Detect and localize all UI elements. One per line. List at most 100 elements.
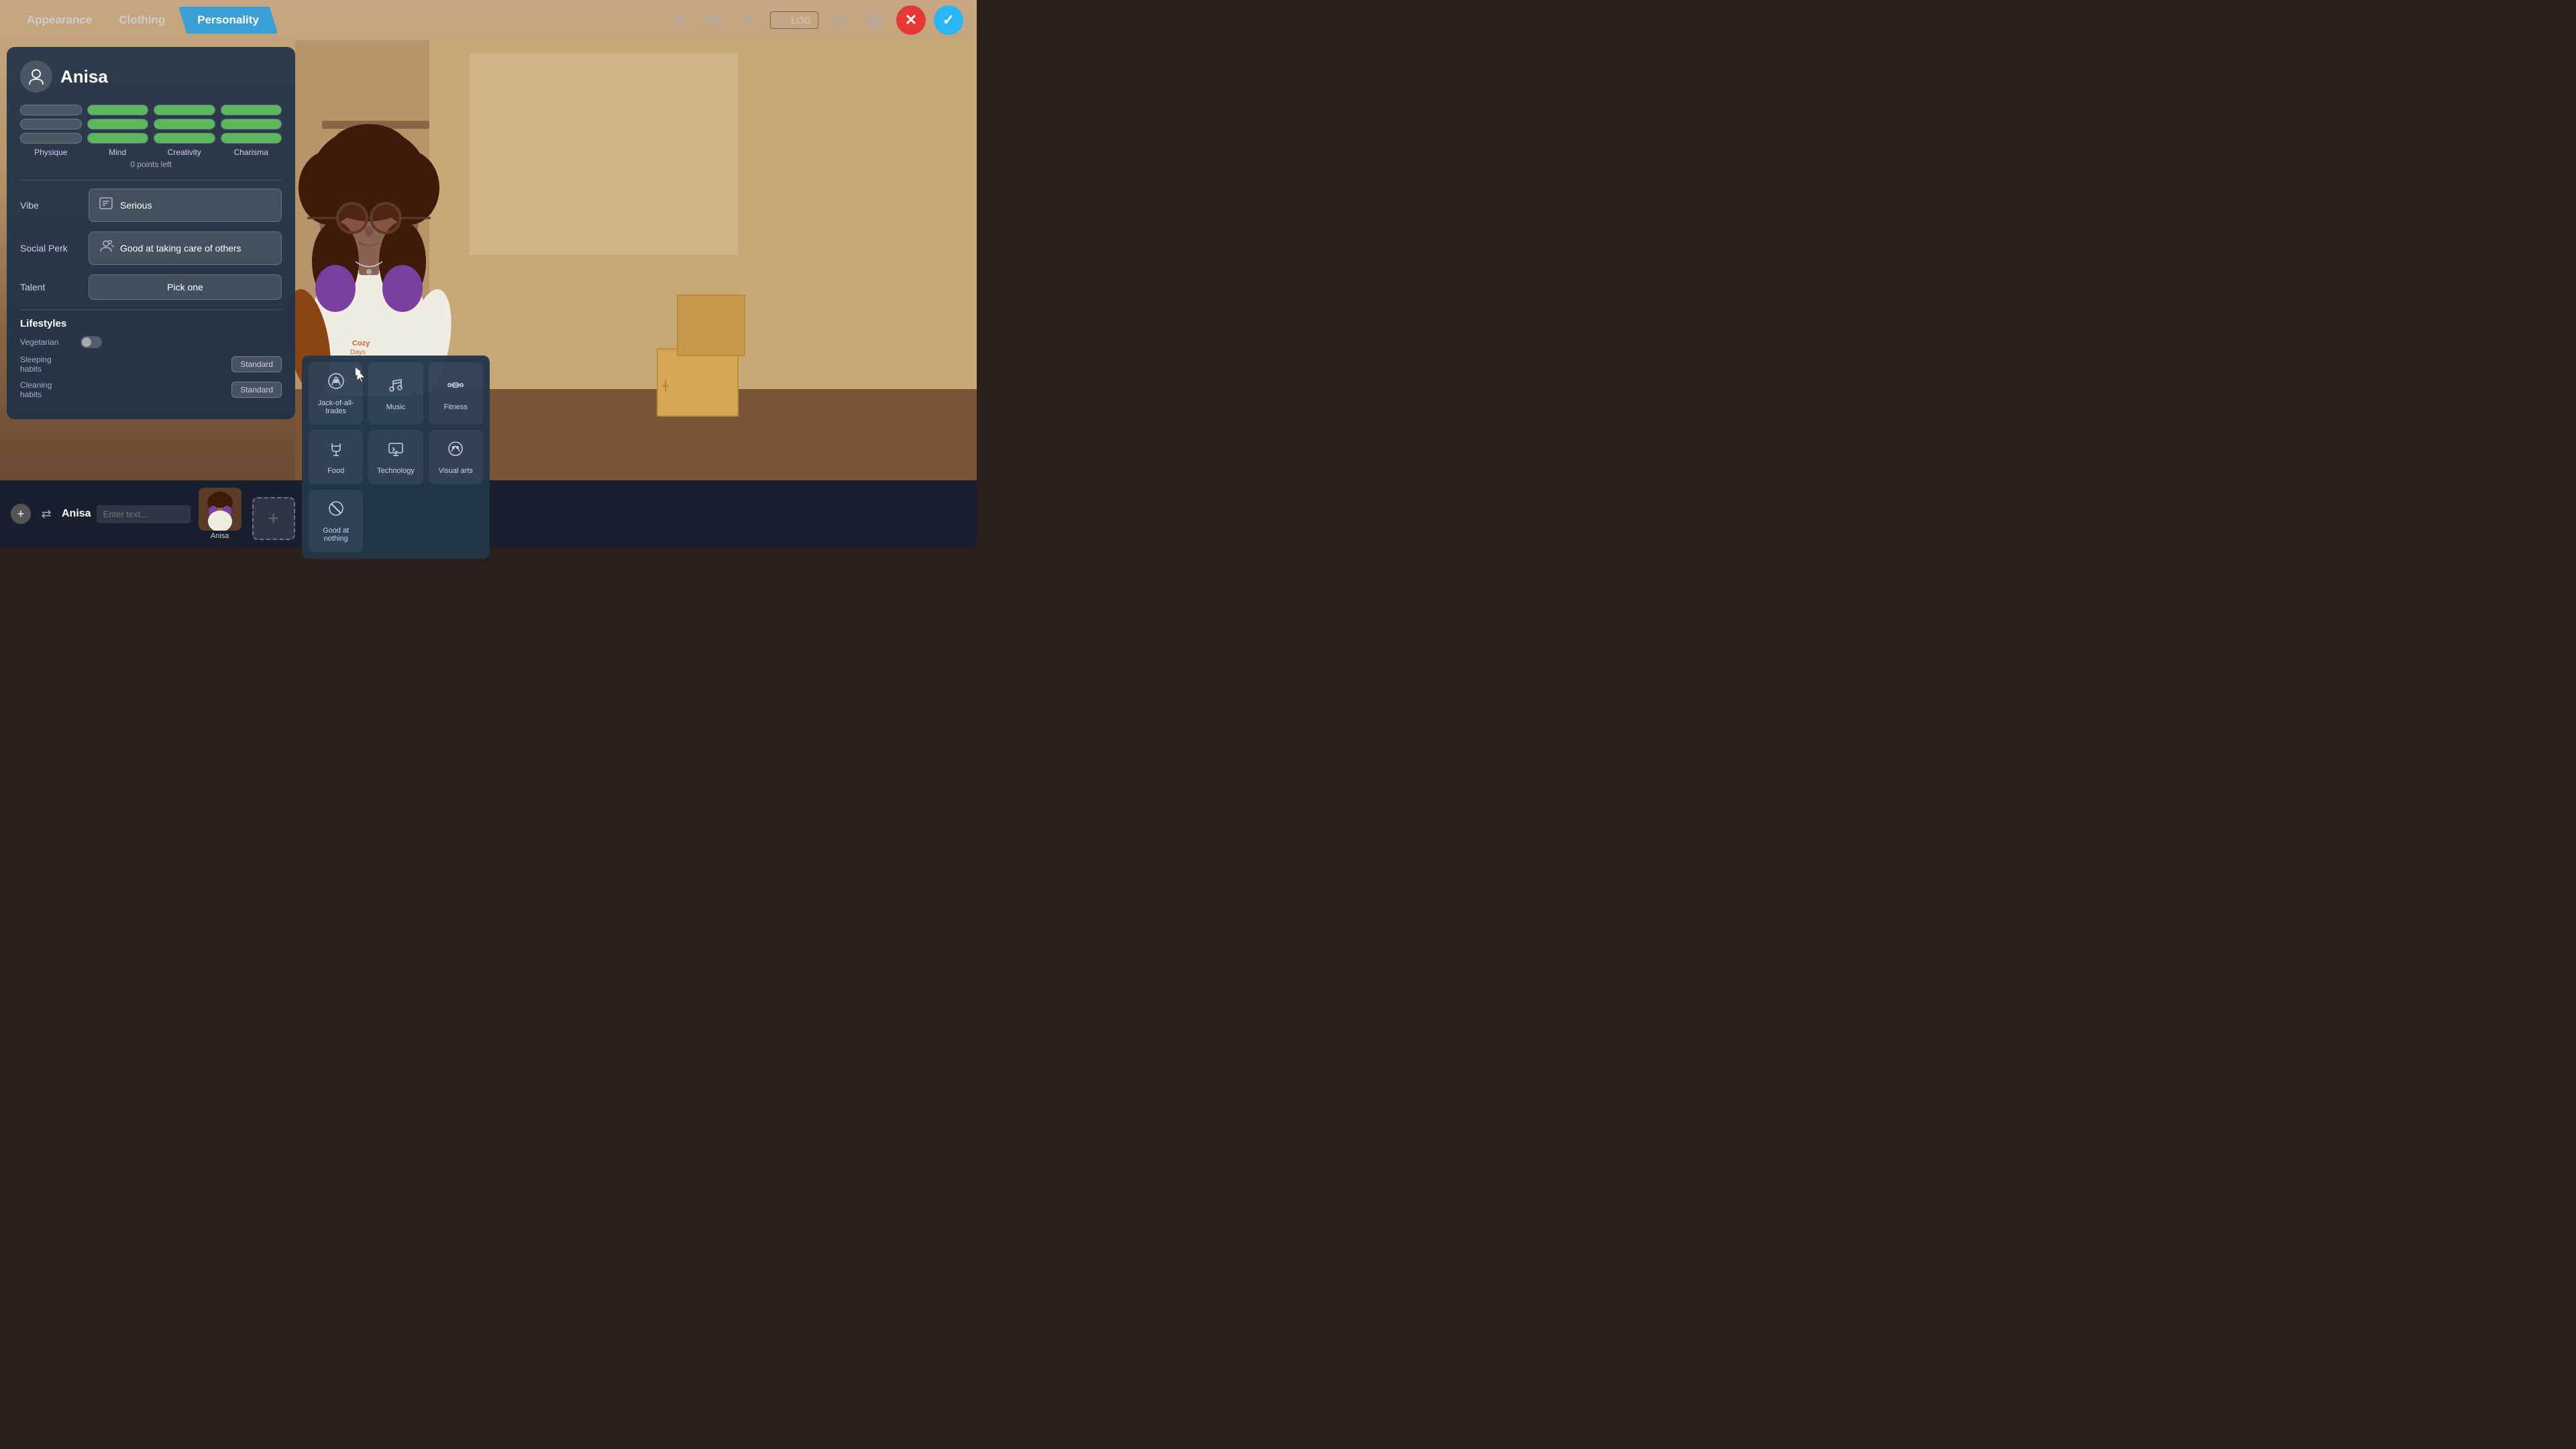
physique-bar-1 [20,105,82,115]
svg-text:Cozy: Cozy [352,339,370,347]
vegetarian-label: Vegetarian [20,337,74,347]
character-name: Anisa [60,66,108,87]
points-left: 0 points left [20,160,282,169]
tab-clothing[interactable]: Clothing [105,8,178,32]
visual-arts-icon [446,439,465,463]
cancel-button[interactable]: ✕ [896,5,926,35]
charisma-bar-1 [221,105,282,115]
nothing-label: Good at nothing [314,527,358,543]
talent-technology[interactable]: Technology [368,430,423,484]
toggle-knob [82,337,91,347]
vegetarian-toggle[interactable] [80,336,102,348]
physique-col [20,105,82,144]
stats-grid [20,105,282,144]
physique-label: Physique [20,148,82,157]
move-icon-btn[interactable] [735,7,762,34]
cleaning-row: Cleaning habits Standard [20,380,282,399]
sleeping-label: Sleeping habits [20,355,74,374]
creativity-bar-1 [154,105,215,115]
creativity-label: Creativity [154,148,215,157]
physique-bar-2 [20,119,82,129]
fitness-label: Fitness [444,403,468,411]
vibe-row: Vibe Serious [20,189,282,222]
character-header: Anisa [20,60,282,93]
vegetarian-row: Vegetarian [20,336,282,348]
jack-icon [327,372,345,395]
sleeping-row: Sleeping habits Standard [20,355,282,374]
jack-label: Jack-of-all-trades [314,399,358,415]
anisa-avatar-wrap: Anisa [199,488,241,540]
mind-bar-1 [87,105,149,115]
log-label: LOG [791,15,811,25]
tab-appearance[interactable]: Appearance [13,8,105,32]
tab-personality[interactable]: Personality [178,7,278,34]
personality-panel: Anisa Physique Mind Creativ [7,47,295,419]
talent-button[interactable]: Pick one [89,274,282,300]
charisma-bar-3 [221,133,282,144]
log-button[interactable]: LOG [770,11,818,29]
music-label: Music [386,403,406,411]
social-perk-icon [99,239,113,258]
talent-row: Talent Pick one [20,274,282,300]
talent-dropdown: Jack-of-all-trades Music Fitness [302,356,490,559]
nav-right-controls: LOG ✕ ✓ [665,5,963,35]
chat-character-name: Anisa [62,508,91,520]
character-icon [20,60,52,93]
social-perk-label: Social Perk [20,243,80,254]
chat-add-button[interactable]: + [11,504,31,524]
cleaning-badge[interactable]: Standard [231,382,282,398]
play-icon-btn[interactable] [861,7,888,34]
visual-arts-label: Visual arts [439,467,473,475]
chat-controls: + ⇄ Anisa [11,504,191,524]
nothing-icon [327,499,345,523]
charisma-bar-2 [221,119,282,129]
talent-jack-of-all-trades[interactable]: Jack-of-all-trades [309,362,363,425]
creativity-bar-2 [154,119,215,129]
fitness-icon [446,376,465,399]
group-icon-btn[interactable] [700,7,727,34]
sim-icon-btn[interactable] [665,7,692,34]
svg-text:╋: ╋ [662,380,669,392]
mind-col [87,105,149,144]
chat-input[interactable] [97,505,191,523]
technology-icon [386,439,405,463]
creativity-bar-3 [154,133,215,144]
lifestyles-title: Lifestyles [20,318,282,329]
creativity-col [154,105,215,144]
social-perk-row: Social Perk Good at taking care of other… [20,231,282,265]
cleaning-label: Cleaning habits [20,380,74,399]
charisma-col [221,105,282,144]
talent-food[interactable]: Food [309,430,363,484]
vibe-icon [99,196,113,215]
food-icon [327,439,345,463]
talent-visual-arts[interactable]: Visual arts [429,430,483,484]
talent-label: Talent [20,282,80,292]
heart-icon-btn[interactable] [826,7,853,34]
confirm-button[interactable]: ✓ [934,5,963,35]
anisa-avatar[interactable] [199,488,241,531]
anisa-avatar-name: Anisa [211,532,229,540]
top-navigation: Appearance Clothing Personality [0,0,977,40]
talent-good-at-nothing[interactable]: Good at nothing [309,490,363,552]
social-perk-button[interactable]: Good at taking care of others [89,231,282,265]
vibe-label: Vibe [20,200,80,211]
food-label: Food [327,467,344,475]
charisma-label: Charisma [221,148,282,157]
social-perk-value: Good at taking care of others [120,243,241,254]
talent-music[interactable]: Music [368,362,423,425]
technology-label: Technology [377,467,415,475]
mind-bar-3 [87,133,149,144]
physique-bar-3 [20,133,82,144]
talent-value: Pick one [167,282,203,292]
talent-fitness[interactable]: Fitness [429,362,483,425]
mind-bar-2 [87,119,149,129]
stat-labels: Physique Mind Creativity Charisma [20,148,282,157]
mind-label: Mind [87,148,149,157]
music-icon [386,376,405,399]
sleeping-badge[interactable]: Standard [231,356,282,372]
chat-swap-button[interactable]: ⇄ [36,504,56,524]
vibe-button[interactable]: Serious [89,189,282,222]
avatar-area: Anisa + [199,488,295,540]
divider-2 [20,309,282,310]
add-character-button[interactable]: + [252,497,295,540]
